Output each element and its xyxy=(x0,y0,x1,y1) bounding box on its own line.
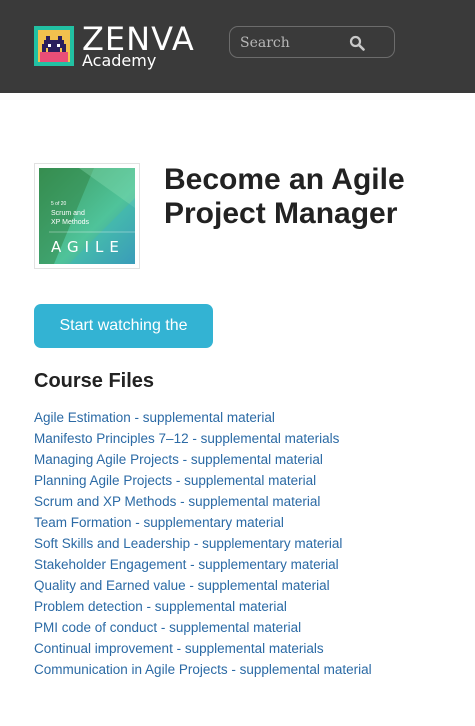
list-item: Stakeholder Engagement - supplementary m… xyxy=(34,554,372,575)
list-item: Team Formation - supplementary material xyxy=(34,512,372,533)
list-item: PMI code of conduct - supplemental mater… xyxy=(34,617,372,638)
zenva-logo[interactable]: ZENVA Academy xyxy=(34,22,194,70)
file-link[interactable]: Quality and Earned value - supplemental … xyxy=(34,578,330,593)
file-link[interactable]: Agile Estimation - supplemental material xyxy=(34,410,275,425)
list-item: Planning Agile Projects - supplemental m… xyxy=(34,470,372,491)
file-link[interactable]: Problem detection - supplemental materia… xyxy=(34,599,287,614)
thumb-line-1: Scrum and xyxy=(51,210,85,217)
file-link[interactable]: Continual improvement - supplemental mat… xyxy=(34,641,324,656)
list-item: Problem detection - supplemental materia… xyxy=(34,596,372,617)
list-item: Scrum and XP Methods - supplemental mate… xyxy=(34,491,372,512)
list-item: Agile Estimation - supplemental material xyxy=(34,407,372,428)
search-icon[interactable] xyxy=(349,35,365,51)
list-item: Continual improvement - supplemental mat… xyxy=(34,638,372,659)
brand-subtitle: Academy xyxy=(82,51,157,70)
search-input[interactable] xyxy=(238,32,352,54)
file-link[interactable]: Planning Agile Projects - supplemental m… xyxy=(34,473,316,488)
thumb-big-text: AGILE xyxy=(51,238,125,256)
site-header: ZENVA Academy xyxy=(0,0,475,93)
thumb-line-2: XP Methods xyxy=(51,219,90,226)
file-link[interactable]: Manifesto Principles 7–12 - supplemental… xyxy=(34,431,339,446)
file-link[interactable]: Team Formation - supplementary material xyxy=(34,515,284,530)
course-files-list: Agile Estimation - supplemental material… xyxy=(34,407,372,680)
file-link[interactable]: Scrum and XP Methods - supplemental mate… xyxy=(34,494,320,509)
course-thumbnail: 5 of 20 Scrum and XP Methods AGILE xyxy=(34,163,140,269)
file-link[interactable]: Managing Agile Projects - supplemental m… xyxy=(34,452,323,467)
zenva-invader-icon xyxy=(34,26,74,66)
course-title: Become an Agile Project Manager xyxy=(164,163,405,230)
file-link[interactable]: Communication in Agile Projects - supple… xyxy=(34,662,372,677)
file-link[interactable]: PMI code of conduct - supplemental mater… xyxy=(34,620,301,635)
search-box xyxy=(229,26,395,58)
list-item: Managing Agile Projects - supplemental m… xyxy=(34,449,372,470)
file-link[interactable]: Soft Skills and Leadership - supplementa… xyxy=(34,536,342,551)
file-link[interactable]: Stakeholder Engagement - supplementary m… xyxy=(34,557,339,572)
list-item: Communication in Agile Projects - supple… xyxy=(34,659,372,680)
thumb-counter: 5 of 20 xyxy=(51,201,67,207)
list-item: Soft Skills and Leadership - supplementa… xyxy=(34,533,372,554)
course-thumbnail-image: 5 of 20 Scrum and XP Methods AGILE xyxy=(39,168,135,264)
list-item: Quality and Earned value - supplemental … xyxy=(34,575,372,596)
start-watching-button[interactable]: Start watching the course xyxy=(34,304,213,378)
list-item: Manifesto Principles 7–12 - supplemental… xyxy=(34,428,372,449)
course-files-heading: Course Files xyxy=(34,370,155,392)
